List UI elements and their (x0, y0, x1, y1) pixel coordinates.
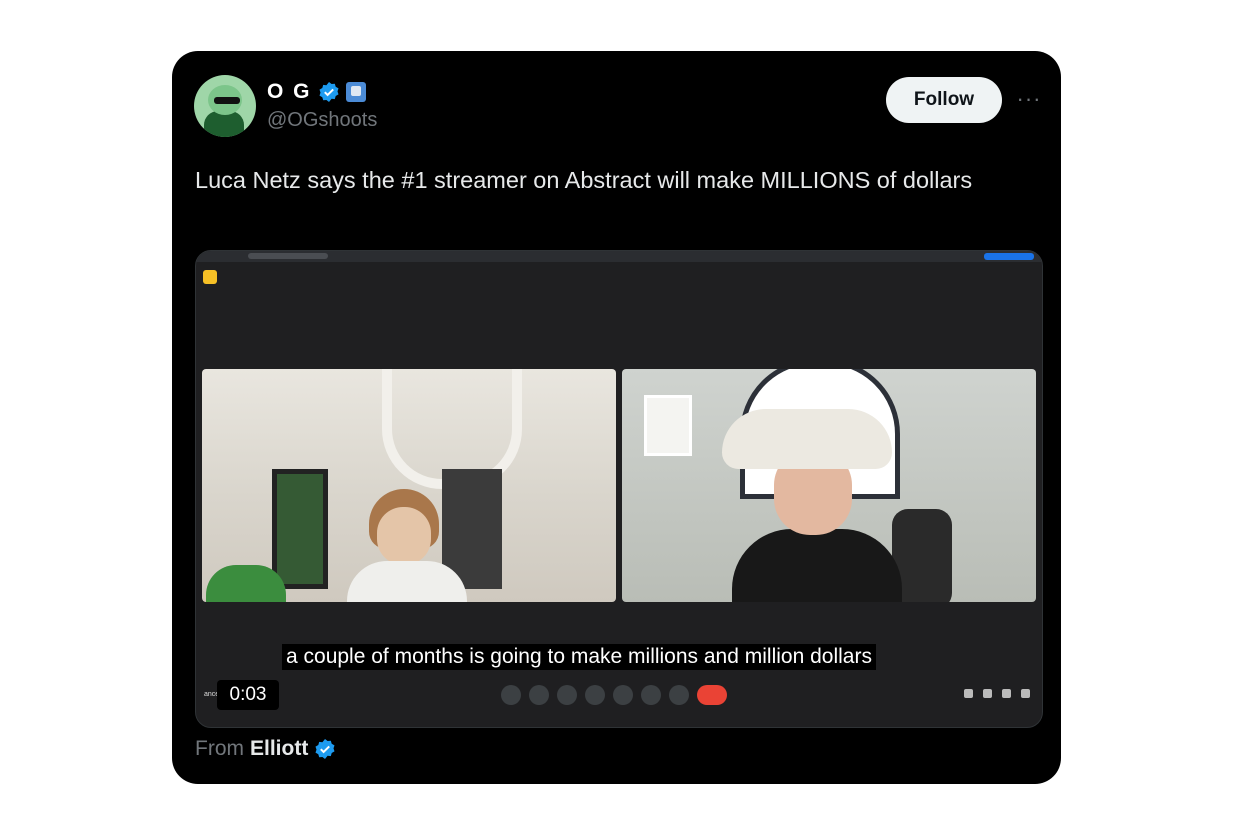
more-vert-icon (669, 685, 689, 705)
avatar[interactable] (194, 75, 256, 137)
more-options-icon[interactable]: ··· (1016, 85, 1042, 113)
verified-badge-icon (315, 739, 335, 759)
meet-controls (501, 685, 727, 705)
post-card: O G @OGshoots Follow ··· Luca Netz says … (172, 51, 1061, 784)
activities-icon (1021, 689, 1030, 698)
attribution-source[interactable]: Elliott (250, 737, 308, 761)
browser-bar (196, 251, 1042, 262)
green-plush (206, 565, 286, 602)
info-icon (964, 689, 973, 698)
wall-frame (644, 395, 692, 456)
participant-tile-right (622, 369, 1036, 602)
participant-left (347, 489, 467, 602)
profile-emoji-icon (345, 82, 366, 102)
handle[interactable]: @OGshoots (267, 109, 377, 132)
present-icon (613, 685, 633, 705)
meet-icon (203, 270, 217, 284)
browser-url (248, 253, 328, 259)
post-text: Luca Netz says the #1 streamer on Abstra… (195, 167, 973, 193)
emoji-icon (585, 685, 605, 705)
video-timestamp: 0:03 (217, 680, 279, 710)
participant-tile-left (202, 369, 616, 602)
chat-icon (1002, 689, 1011, 698)
video-player[interactable]: a couple of months is going to make mill… (195, 250, 1043, 728)
cowboy-hat (722, 409, 892, 469)
room-window (272, 469, 328, 589)
display-name[interactable]: O G (267, 80, 312, 104)
raise-hand-icon (641, 685, 661, 705)
mic-icon (501, 685, 521, 705)
people-icon (983, 689, 992, 698)
browser-pill (984, 253, 1034, 260)
follow-button[interactable]: Follow (886, 77, 1002, 123)
camera-icon (529, 685, 549, 705)
video-subtitle: a couple of months is going to make mill… (282, 644, 876, 670)
end-call-icon (697, 685, 727, 705)
attribution: From Elliott (195, 737, 336, 761)
author-row: O G (267, 78, 366, 106)
meet-side-controls (964, 689, 1030, 698)
verified-badge-icon (319, 82, 339, 102)
attribution-prefix: From (195, 737, 244, 760)
captions-icon (557, 685, 577, 705)
